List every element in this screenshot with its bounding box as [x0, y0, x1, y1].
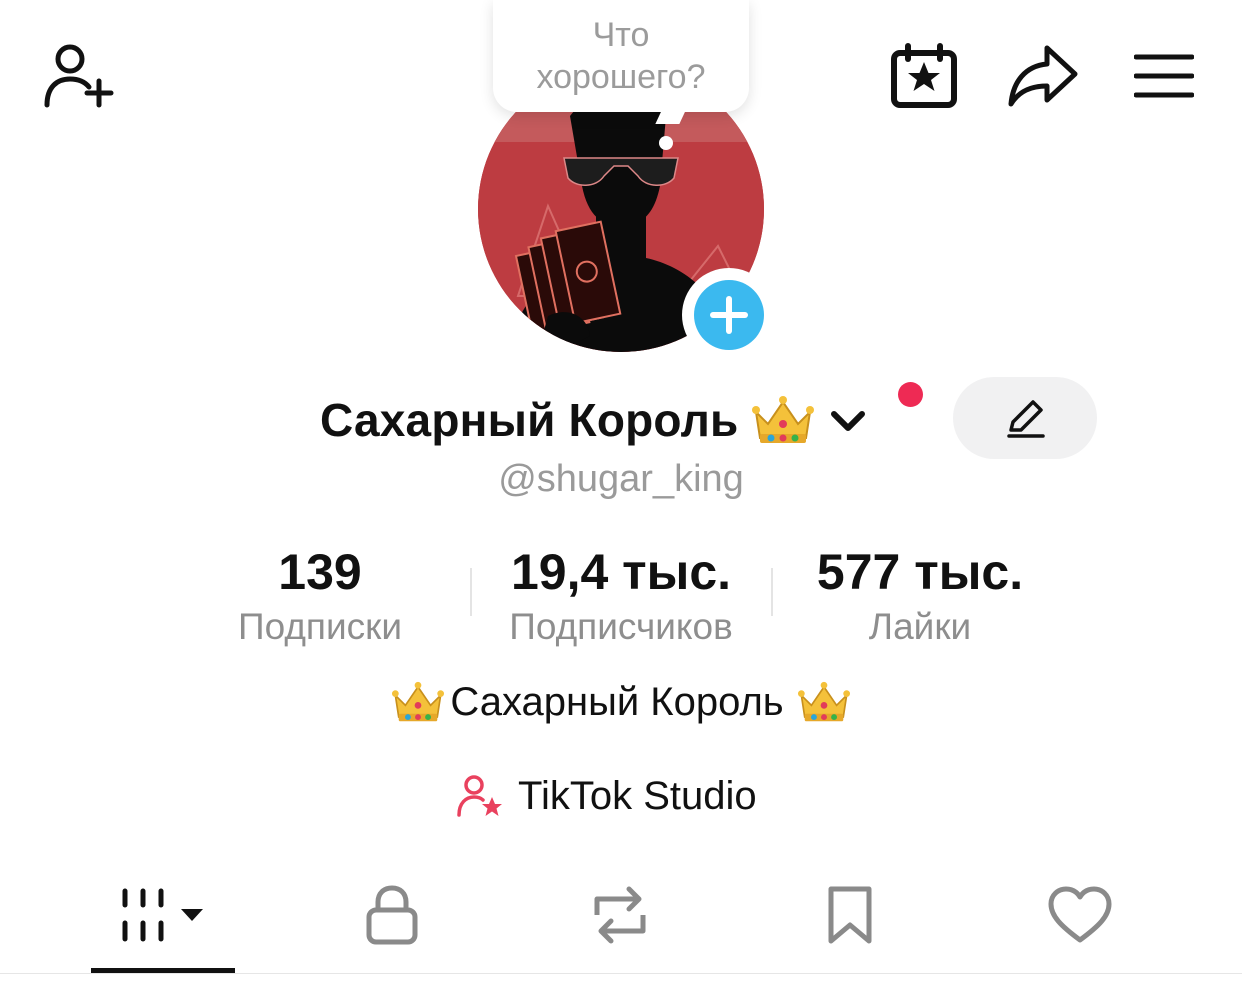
stat-label: Подписчиков	[509, 606, 733, 647]
add-friend-button[interactable]	[38, 40, 118, 112]
tab-videos[interactable]	[91, 860, 235, 970]
status-note-text: Что хорошего?	[536, 16, 706, 96]
share-button[interactable]	[1005, 40, 1081, 112]
add-avatar-circle	[694, 280, 764, 350]
display-name: Сахарный Король	[320, 394, 739, 446]
display-name-row[interactable]: Сахарный Король	[320, 388, 868, 452]
calendar-button[interactable]	[888, 40, 960, 112]
menu-button[interactable]	[1132, 50, 1196, 102]
bookmark-icon	[828, 886, 872, 944]
repost-icon	[594, 886, 646, 944]
grid-videos-icon	[122, 888, 203, 942]
tiktok-studio-link[interactable]: TikTok Studio	[456, 766, 757, 826]
chevron-down-icon	[831, 411, 866, 431]
pencil-icon	[1007, 400, 1045, 438]
person-star-icon	[457, 775, 502, 817]
crown-emoji-icon	[797, 681, 850, 722]
username: @shugar_king	[498, 458, 744, 500]
stat-label: Лайки	[868, 606, 972, 647]
status-note-bubble[interactable]: Что хорошего?	[493, 0, 749, 112]
tab-liked[interactable]	[1018, 860, 1142, 970]
account-switch-button[interactable]	[828, 400, 868, 440]
profile-tabs	[0, 860, 1242, 975]
crown-emoji-icon	[752, 396, 815, 443]
hamburger-menu-icon	[1134, 54, 1194, 98]
stat-value: 19,4 тыс.	[510, 544, 732, 600]
bubble-dot	[659, 136, 673, 150]
tab-favorites[interactable]	[790, 860, 910, 970]
stat-label: Подписки	[237, 606, 402, 647]
tab-reposts[interactable]	[560, 860, 680, 970]
heart-icon	[1048, 886, 1112, 943]
stat-value: 577 тыс.	[816, 544, 1024, 600]
bio-text: Сахарный Король	[450, 679, 784, 724]
stat-value: 139	[278, 544, 362, 600]
stat-divider	[771, 568, 773, 616]
edit-profile-button[interactable]	[953, 377, 1097, 459]
lock-icon	[366, 885, 418, 945]
stat-likes[interactable]: 577 тыс. Лайки	[790, 540, 1050, 650]
tiktok-studio-label: TikTok Studio	[518, 773, 757, 818]
add-avatar-button[interactable]	[682, 268, 776, 362]
notification-dot	[898, 382, 923, 407]
tabs-border	[0, 973, 1242, 974]
bio: Сахарный Король	[0, 672, 1242, 732]
calendar-star-icon	[891, 43, 957, 108]
stat-divider	[470, 568, 472, 616]
tab-private[interactable]	[332, 860, 452, 970]
person-plus-icon	[44, 44, 114, 108]
crown-emoji-icon	[392, 681, 445, 722]
share-arrow-icon	[1008, 45, 1078, 107]
stat-following[interactable]: 139 Подписки	[210, 540, 430, 650]
plus-icon	[710, 296, 748, 334]
stat-followers[interactable]: 19,4 тыс. Подписчиков	[480, 540, 762, 650]
